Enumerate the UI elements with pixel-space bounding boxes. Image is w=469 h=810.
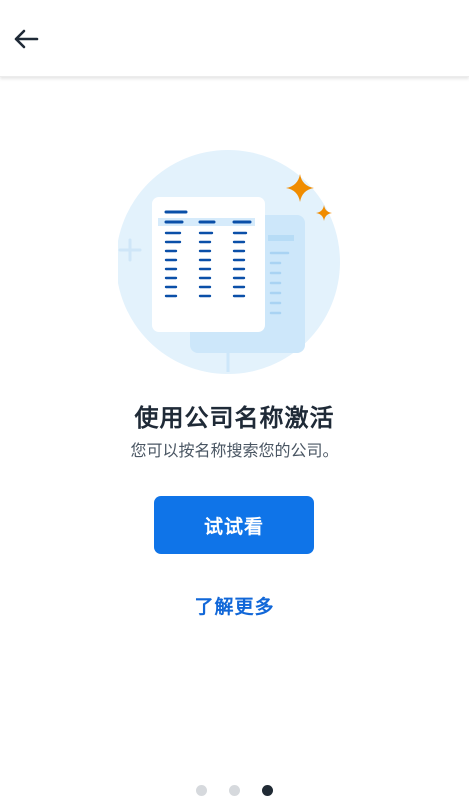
back-button[interactable] (6, 19, 46, 59)
page-dot-1 (196, 784, 207, 796)
page-subtitle: 您可以按名称搜索您的公司。 (130, 441, 339, 460)
try-it-button[interactable]: 试试看 (154, 496, 314, 554)
top-app-bar (0, 0, 469, 77)
page-title: 使用公司名称激活 (134, 404, 335, 432)
learn-more-link[interactable]: 了解更多 (0, 592, 469, 619)
page-dot-3-active (262, 784, 273, 796)
document-table-illustration (116, 150, 350, 375)
page-dot-2 (229, 784, 240, 796)
page-indicator (0, 783, 469, 797)
arrow-left-icon (14, 29, 39, 49)
